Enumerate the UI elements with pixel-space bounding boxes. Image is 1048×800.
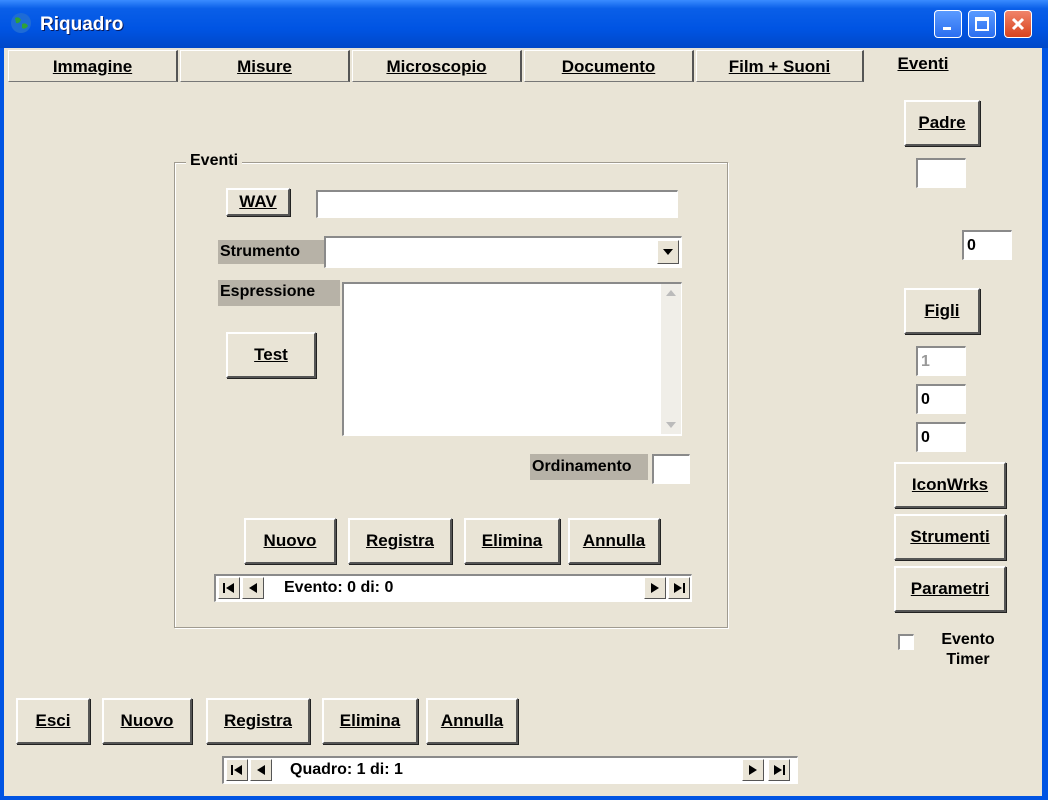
evento-navigator: Evento: 0 di: 0 bbox=[214, 574, 692, 602]
quadro-last-button[interactable] bbox=[768, 759, 790, 781]
eventi-nuovo-button[interactable]: Nuovo bbox=[244, 518, 336, 564]
eventi-registra-button[interactable]: Registra bbox=[348, 518, 452, 564]
minimize-icon bbox=[943, 27, 951, 30]
chevron-down-icon bbox=[663, 249, 673, 255]
next-icon bbox=[651, 583, 659, 593]
globe-icon bbox=[11, 13, 31, 33]
wav-field[interactable] bbox=[316, 190, 678, 218]
last-icon bbox=[774, 765, 785, 775]
next-icon bbox=[749, 765, 757, 775]
esci-button[interactable]: Esci bbox=[16, 698, 90, 744]
strumenti-button[interactable]: Strumenti bbox=[894, 514, 1006, 560]
tab-microscopio[interactable]: Microscopio bbox=[352, 50, 522, 82]
evento-nav-text: Evento: 0 di: 0 bbox=[284, 579, 394, 596]
window-title: Riquadro bbox=[40, 14, 124, 35]
first-record-button[interactable] bbox=[218, 577, 240, 599]
scroll-down-icon bbox=[666, 422, 676, 428]
quadro-first-button[interactable] bbox=[226, 759, 248, 781]
quadro-prev-button[interactable] bbox=[250, 759, 272, 781]
figli-field-2[interactable]: 0 bbox=[916, 384, 966, 414]
prev-icon bbox=[257, 765, 265, 775]
close-icon bbox=[1011, 17, 1025, 31]
tab-misure[interactable]: Misure bbox=[180, 50, 350, 82]
annulla-button[interactable]: Annulla bbox=[426, 698, 518, 744]
tab-immagine[interactable]: Immagine bbox=[8, 50, 178, 82]
elimina-button[interactable]: Elimina bbox=[322, 698, 418, 744]
count-field[interactable]: 0 bbox=[962, 230, 1012, 260]
prev-icon bbox=[249, 583, 257, 593]
last-icon bbox=[674, 583, 685, 593]
dropdown-button[interactable] bbox=[657, 240, 679, 264]
maximize-button[interactable] bbox=[968, 10, 996, 38]
iconwrks-button[interactable]: IconWrks bbox=[894, 462, 1006, 508]
evento-timer-checkbox[interactable] bbox=[898, 634, 914, 650]
nuovo-button[interactable]: Nuovo bbox=[102, 698, 192, 744]
figli-field-3[interactable]: 0 bbox=[916, 422, 966, 452]
espressione-textarea[interactable] bbox=[342, 282, 682, 436]
tab-film-suoni[interactable]: Film + Suoni bbox=[696, 50, 864, 82]
client-area: Immagine Misure Microscopio Documento Fi… bbox=[4, 48, 1042, 796]
padre-field[interactable] bbox=[916, 158, 966, 188]
quadro-next-button[interactable] bbox=[742, 759, 764, 781]
evento-timer-label: Evento Timer bbox=[941, 631, 995, 668]
espressione-scrollbar[interactable] bbox=[661, 284, 681, 434]
test-button[interactable]: Test bbox=[226, 332, 316, 378]
ordinamento-label: Ordinamento bbox=[530, 454, 648, 480]
minimize-button[interactable] bbox=[934, 10, 962, 38]
figli-field-1[interactable]: 1 bbox=[916, 346, 966, 376]
first-icon bbox=[223, 583, 234, 593]
scroll-up-icon bbox=[666, 290, 676, 296]
close-button[interactable] bbox=[1004, 10, 1032, 38]
tab-strip: Immagine Misure Microscopio Documento Fi… bbox=[8, 50, 864, 82]
padre-button[interactable]: Padre bbox=[904, 100, 980, 146]
strumento-label: Strumento bbox=[218, 240, 324, 264]
prev-record-button[interactable] bbox=[242, 577, 264, 599]
ordinamento-field[interactable] bbox=[652, 454, 690, 484]
quadro-navigator: Quadro: 1 di: 1 bbox=[222, 756, 798, 784]
strumento-select[interactable] bbox=[324, 236, 682, 268]
tab-eventi[interactable]: Eventi bbox=[864, 48, 982, 84]
quadro-nav-text: Quadro: 1 di: 1 bbox=[290, 761, 403, 778]
espressione-label: Espressione bbox=[218, 280, 340, 306]
eventi-annulla-button[interactable]: Annulla bbox=[568, 518, 660, 564]
parametri-button[interactable]: Parametri bbox=[894, 566, 1006, 612]
first-icon bbox=[231, 765, 242, 775]
eventi-group-title: Eventi bbox=[186, 152, 243, 170]
figli-button[interactable]: Figli bbox=[904, 288, 980, 334]
registra-button[interactable]: Registra bbox=[206, 698, 310, 744]
app-window: Riquadro Immagine Misure Microscopio Doc… bbox=[0, 0, 1048, 800]
eventi-elimina-button[interactable]: Elimina bbox=[464, 518, 560, 564]
title-bar[interactable]: Riquadro bbox=[0, 0, 1048, 48]
wav-button[interactable]: WAV bbox=[226, 188, 290, 216]
next-record-button[interactable] bbox=[644, 577, 666, 599]
last-record-button[interactable] bbox=[668, 577, 690, 599]
tab-documento[interactable]: Documento bbox=[524, 50, 694, 82]
maximize-icon bbox=[975, 17, 989, 31]
